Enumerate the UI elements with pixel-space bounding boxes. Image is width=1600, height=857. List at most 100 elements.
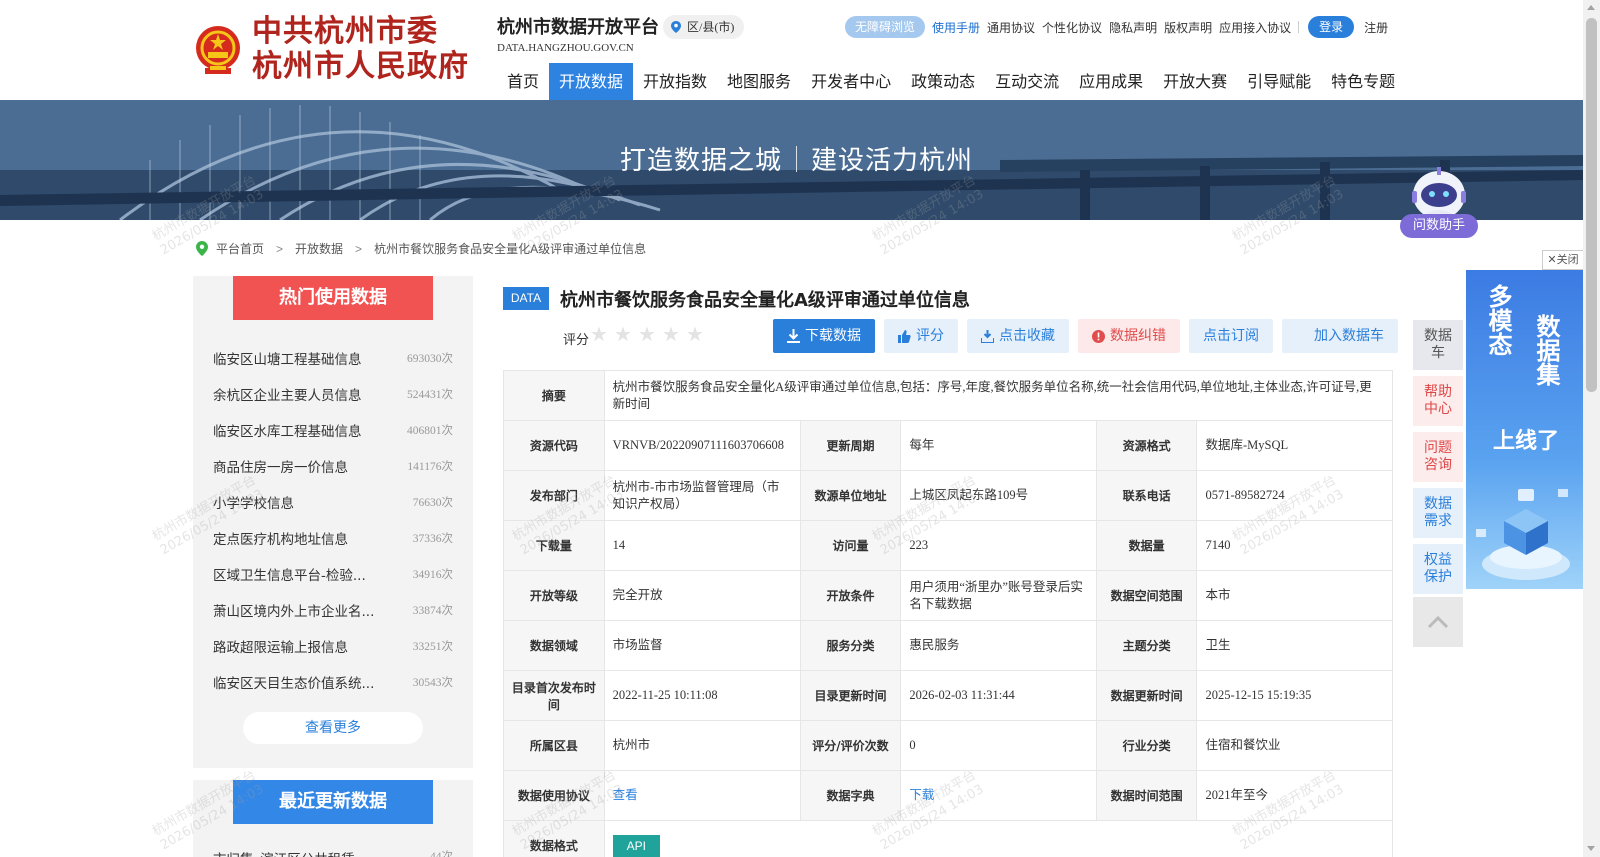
- nav-empowerment[interactable]: 引导赋能: [1237, 63, 1321, 100]
- nav-contest[interactable]: 开放大赛: [1153, 63, 1237, 100]
- register-link[interactable]: 注册: [1364, 19, 1388, 36]
- scroll-down-arrow-icon[interactable]: [1587, 846, 1595, 851]
- download-icon: [787, 329, 800, 343]
- list-item[interactable]: 商品住房一房一价信息 141176次: [193, 448, 473, 484]
- accessible-browse-button[interactable]: 无障碍浏览: [845, 16, 926, 38]
- subscribe-button[interactable]: 点击订阅: [1189, 319, 1273, 353]
- nav-interaction[interactable]: 互动交流: [985, 63, 1069, 100]
- item-name[interactable]: 临安区山塘工程基础信息: [213, 348, 362, 368]
- data-cart-tab[interactable]: 数据车: [1413, 320, 1463, 370]
- breadcrumb-home[interactable]: 平台首页: [216, 240, 264, 257]
- item-count: 30543次: [412, 677, 453, 689]
- list-item[interactable]: 路政超限运输上报信息 33251次: [193, 628, 473, 664]
- table-row: 数据领域 市场监督 服务分类 惠民服务 主题分类 卫生: [503, 620, 1393, 671]
- list-item[interactable]: 临安区水库工程基础信息 406801次: [193, 412, 473, 448]
- field-key: 数据更新时间: [1095, 670, 1198, 721]
- star-icon[interactable]: ★: [662, 324, 681, 344]
- breadcrumb-open-data[interactable]: 开放数据: [295, 240, 343, 257]
- list-item[interactable]: 区域卫生信息平台-检验... 34916次: [193, 556, 473, 592]
- general-agreement-link[interactable]: 通用协议: [987, 19, 1035, 36]
- field-value: 惠民服务: [900, 620, 1097, 671]
- gov-name-line2: 杭州市人民政府: [252, 49, 469, 84]
- nav-special-topics[interactable]: 特色专题: [1321, 63, 1405, 100]
- subscribe-label: 点击订阅: [1203, 328, 1259, 344]
- data-correction-button[interactable]: 数据纠错: [1078, 319, 1180, 353]
- item-name[interactable]: 临安区天目生态价值系统...: [213, 672, 374, 692]
- help-center-tab[interactable]: 帮助中心: [1413, 376, 1463, 426]
- rating-stars[interactable]: ★ ★ ★ ★ ★: [590, 324, 705, 344]
- personalized-agreement-link[interactable]: 个性化协议: [1042, 19, 1102, 36]
- assistant-label[interactable]: 问数助手: [1400, 214, 1478, 238]
- star-icon[interactable]: ★: [638, 324, 657, 344]
- back-to-top-button[interactable]: [1413, 597, 1463, 647]
- field-value: 0: [900, 720, 1097, 771]
- page-scrollbar[interactable]: [1583, 0, 1600, 857]
- app-access-agreement-link[interactable]: 应用接入协议: [1219, 19, 1291, 36]
- item-name[interactable]: 路政超限运输上报信息: [213, 636, 348, 656]
- question-consult-tab[interactable]: 问题咨询: [1413, 432, 1463, 482]
- list-item[interactable]: 市归集_滨江区公共租赁 44次: [213, 848, 453, 857]
- list-item[interactable]: 定点医疗机构地址信息 37336次: [193, 520, 473, 556]
- breadcrumb: 平台首页 > 开放数据 > 杭州市餐饮服务食品安全量化A级评审通过单位信息: [196, 240, 646, 257]
- nav-policy-news[interactable]: 政策动态: [901, 63, 985, 100]
- item-name[interactable]: 区域卫生信息平台-检验...: [213, 564, 366, 584]
- data-dictionary-download-link[interactable]: 下载: [909, 788, 934, 802]
- table-row: 所属区县 杭州市 评分/评价次数 0 行业分类 住宿和餐饮业: [503, 720, 1393, 771]
- region-selector[interactable]: 区/县(市): [663, 15, 745, 39]
- usage-agreement-link[interactable]: 查看: [613, 788, 638, 802]
- table-row: 开放等级 完全开放 开放条件 用户须用“浙里办”账号登录后实名下载数据 数据空间…: [503, 570, 1393, 621]
- slogan-right: 建设活力杭州: [811, 146, 974, 176]
- field-value: 下载: [900, 770, 1097, 821]
- login-button[interactable]: 登录: [1308, 16, 1355, 38]
- nav-developer-center[interactable]: 开发者中心: [801, 63, 901, 100]
- user-manual-link[interactable]: 使用手册: [932, 19, 980, 36]
- item-name[interactable]: 临安区水库工程基础信息: [213, 420, 362, 440]
- field-key: 数据格式: [503, 820, 605, 857]
- scrollbar-thumb[interactable]: [1586, 18, 1597, 392]
- list-item[interactable]: 余杭区企业主要人员信息 524431次: [193, 376, 473, 412]
- field-key: 数据量: [1095, 520, 1198, 571]
- nav-open-data[interactable]: 开放数据: [549, 63, 634, 100]
- api-format-tag[interactable]: API: [612, 834, 661, 857]
- side-tabs: 数据车 帮助中心 问题咨询 数据需求 权益保护: [1413, 320, 1463, 600]
- nav-open-index[interactable]: 开放指数: [633, 63, 717, 100]
- item-name[interactable]: 小学学校信息: [213, 492, 294, 512]
- favorite-button[interactable]: 点击收藏: [967, 319, 1069, 353]
- platform-title[interactable]: 杭州市数据开放平台: [497, 13, 659, 39]
- list-item[interactable]: 小学学校信息 76630次: [193, 484, 473, 520]
- promo-ad[interactable]: 多模态 数据集 上线了: [1466, 270, 1583, 589]
- add-to-data-cart-button[interactable]: 加入数据车: [1282, 319, 1398, 353]
- promo-close-button[interactable]: ✕关闭: [1542, 250, 1584, 270]
- list-item[interactable]: 萧山区境内外上市企业名... 33874次: [193, 592, 473, 628]
- nav-home[interactable]: 首页: [497, 63, 549, 100]
- item-name[interactable]: 商品住房一房一价信息: [213, 456, 348, 476]
- field-key: 发布部门: [503, 470, 605, 521]
- scroll-up-arrow-icon[interactable]: [1587, 5, 1595, 10]
- copyright-statement-link[interactable]: 版权声明: [1164, 19, 1212, 36]
- item-name[interactable]: 余杭区企业主要人员信息: [213, 384, 362, 404]
- field-key: 更新周期: [799, 420, 902, 471]
- field-value: 7140: [1196, 520, 1393, 571]
- government-name: 中共杭州市委 杭州市人民政府: [252, 14, 469, 84]
- data-demand-tab[interactable]: 数据需求: [1413, 488, 1463, 538]
- star-icon[interactable]: ★: [686, 324, 705, 344]
- item-name[interactable]: 萧山区境内外上市企业名...: [213, 600, 374, 620]
- rate-button[interactable]: 评分: [884, 319, 958, 353]
- download-data-button[interactable]: 下载数据: [773, 319, 875, 353]
- field-key: 数据时间范围: [1095, 770, 1198, 821]
- list-item[interactable]: 临安区山塘工程基础信息 693030次: [193, 340, 473, 376]
- field-key: 资源代码: [503, 420, 605, 471]
- nav-app-results[interactable]: 应用成果: [1069, 63, 1153, 100]
- item-name[interactable]: 定点医疗机构地址信息: [213, 528, 348, 548]
- list-item[interactable]: 临安区天目生态价值系统... 30543次: [193, 664, 473, 700]
- star-icon[interactable]: ★: [590, 324, 609, 344]
- field-key: 主题分类: [1095, 620, 1198, 671]
- view-more-button[interactable]: 查看更多: [243, 712, 423, 744]
- rights-protection-tab[interactable]: 权益保护: [1413, 544, 1463, 594]
- nav-map-service[interactable]: 地图服务: [717, 63, 801, 100]
- privacy-statement-link[interactable]: 隐私声明: [1109, 19, 1157, 36]
- correction-label: 数据纠错: [1110, 328, 1166, 344]
- star-icon[interactable]: ★: [614, 324, 633, 344]
- main-nav: 首页 开放数据 开放指数 地图服务 开发者中心 政策动态 互动交流 应用成果 开…: [497, 63, 1405, 100]
- item-name[interactable]: 市归集_滨江区公共租赁: [213, 848, 355, 857]
